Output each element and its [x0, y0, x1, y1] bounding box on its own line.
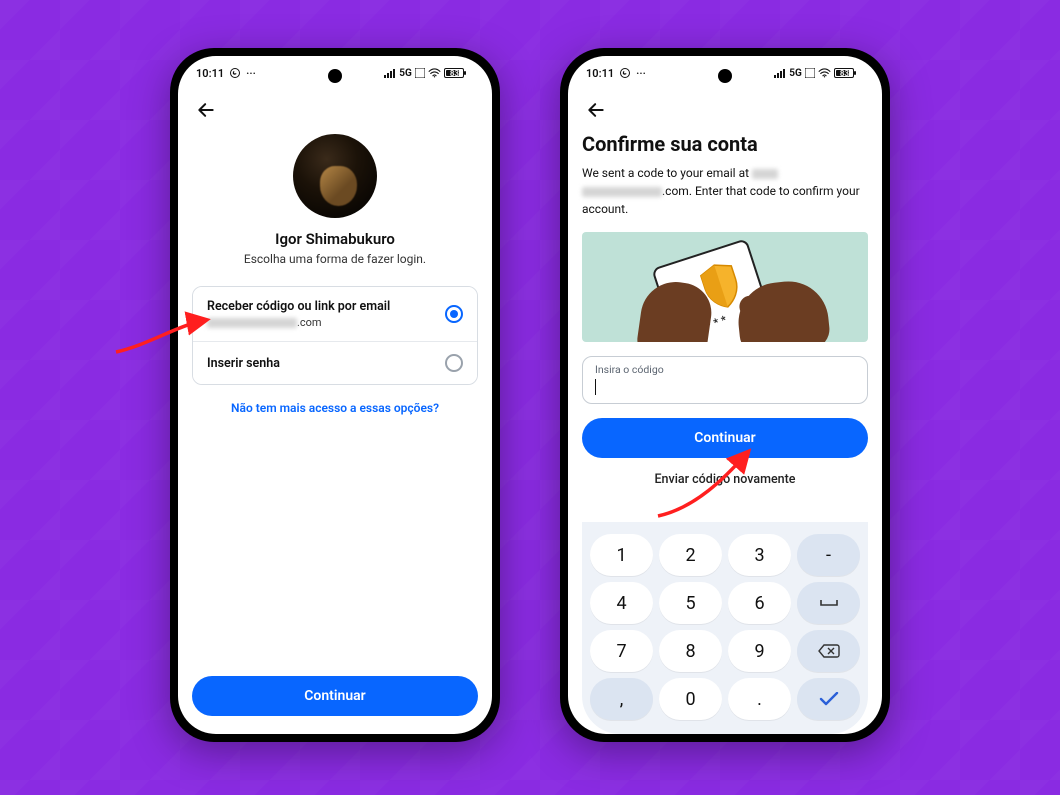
- key-1[interactable]: 1: [590, 534, 653, 576]
- status-more-icon: ···: [246, 67, 256, 80]
- toolbar: [178, 90, 492, 130]
- user-name: Igor Shimabukuro: [275, 230, 395, 248]
- phone-left-screen: 10:11 ··· 5G 83: [178, 56, 492, 734]
- code-input[interactable]: [595, 376, 855, 395]
- continue-button[interactable]: Continuar: [582, 418, 868, 458]
- battery-icon: 83: [444, 68, 474, 78]
- battery-icon: 83: [834, 68, 864, 78]
- arrow-left-icon: [196, 100, 216, 120]
- page-description: We sent a code to your email at .com. En…: [582, 164, 868, 218]
- key-3[interactable]: 3: [728, 534, 791, 576]
- backspace-icon: [818, 644, 840, 658]
- key-comma[interactable]: ,: [590, 678, 653, 720]
- key-enter[interactable]: [797, 678, 860, 720]
- key-2[interactable]: 2: [659, 534, 722, 576]
- no-access-link[interactable]: Não tem mais acesso a essas opções?: [192, 401, 478, 415]
- code-input-container[interactable]: Insira o código: [582, 356, 868, 404]
- login-subtitle: Escolha uma forma de fazer login.: [244, 252, 426, 266]
- key-8[interactable]: 8: [659, 630, 722, 672]
- avatar: [293, 134, 377, 218]
- key-backspace[interactable]: [797, 630, 860, 672]
- confirmation-illustration: *****: [582, 232, 868, 342]
- toolbar: [568, 90, 882, 130]
- option-password-title: Inserir senha: [207, 356, 280, 371]
- back-button[interactable]: [582, 96, 610, 124]
- check-icon: [819, 692, 839, 706]
- key-5[interactable]: 5: [659, 582, 722, 624]
- key-9[interactable]: 9: [728, 630, 791, 672]
- wifi-icon: [428, 68, 441, 78]
- phone-right: 10:11 ··· 5G 83: [560, 48, 890, 742]
- key-7[interactable]: 7: [590, 630, 653, 672]
- status-time: 10:11: [196, 67, 224, 80]
- resend-code-link[interactable]: Enviar código novamente: [582, 472, 868, 487]
- option-email-address: .com: [207, 316, 390, 329]
- network-label: 5G: [789, 68, 802, 79]
- phone-right-screen: 10:11 ··· 5G 83: [568, 56, 882, 734]
- numeric-keypad: 1 2 3 - 4 5 6 7 8: [582, 522, 868, 734]
- status-time: 10:11: [586, 67, 614, 80]
- whatsapp-icon: [619, 67, 631, 79]
- option-email-code[interactable]: Receber código ou link por email .com: [193, 287, 477, 341]
- front-camera: [328, 69, 342, 83]
- volte-icon: [415, 68, 425, 78]
- network-label: 5G: [399, 68, 412, 79]
- signal-bars-icon: [774, 68, 786, 78]
- option-password[interactable]: Inserir senha: [193, 341, 477, 384]
- signal-bars-icon: [384, 68, 396, 78]
- status-more-icon: ···: [636, 67, 646, 80]
- phone-left: 10:11 ··· 5G 83: [170, 48, 500, 742]
- key-4[interactable]: 4: [590, 582, 653, 624]
- continue-button[interactable]: Continuar: [192, 676, 478, 716]
- key-space[interactable]: [797, 582, 860, 624]
- key-dot[interactable]: .: [728, 678, 791, 720]
- radio-selected-icon[interactable]: [445, 305, 463, 323]
- front-camera: [718, 69, 732, 83]
- key-0[interactable]: 0: [659, 678, 722, 720]
- code-input-label: Insira o código: [595, 363, 855, 376]
- wifi-icon: [818, 68, 831, 78]
- login-options: Receber código ou link por email .com In…: [192, 286, 478, 385]
- option-email-title: Receber código ou link por email: [207, 299, 390, 314]
- back-button[interactable]: [192, 96, 220, 124]
- arrow-left-icon: [586, 100, 606, 120]
- volte-icon: [805, 68, 815, 78]
- key-6[interactable]: 6: [728, 582, 791, 624]
- radio-unselected-icon[interactable]: [445, 354, 463, 372]
- key-dash[interactable]: -: [797, 534, 860, 576]
- space-icon: [819, 598, 839, 608]
- whatsapp-icon: [229, 67, 241, 79]
- page-title: Confirme sua conta: [582, 132, 868, 156]
